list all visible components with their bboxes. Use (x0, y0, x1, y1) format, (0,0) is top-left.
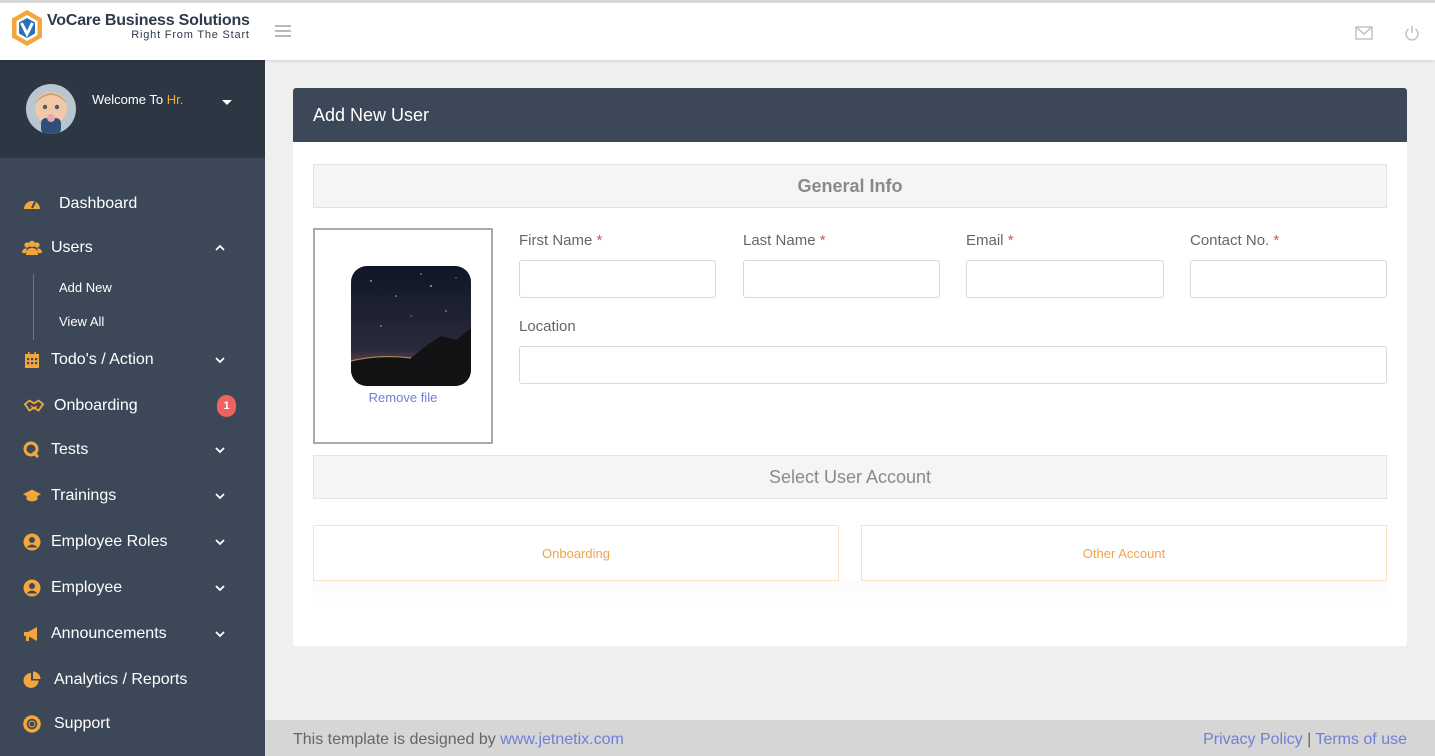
nav-analytics-label: Analytics / Reports (54, 671, 188, 688)
users-icon (22, 240, 42, 255)
welcome-label: Welcome To (92, 92, 164, 107)
first-name-text: First Name (519, 232, 593, 249)
welcome-text: Welcome To Hr. (92, 92, 183, 107)
footer-credit-text: This template is designed by (293, 731, 496, 748)
nav-employee-label: Employee (51, 579, 123, 596)
remove-file-link[interactable]: Remove file (315, 390, 491, 405)
handshake-icon (24, 399, 44, 412)
brand-name: VoCare Business Solutions (47, 12, 250, 29)
other-account-button[interactable]: Other Account (861, 525, 1387, 581)
nav-announcements[interactable]: Announcements (0, 616, 265, 652)
nav-employee-roles-label: Employee Roles (51, 533, 168, 550)
email-text: Email (966, 232, 1004, 249)
chevron-down-icon (215, 539, 225, 546)
nav-trainings[interactable]: Trainings (0, 478, 265, 514)
location-label: Location (519, 318, 576, 335)
submenu-divider (33, 274, 34, 340)
envelope-icon[interactable] (1355, 26, 1373, 40)
onboarding-count-badge: 1 (217, 395, 236, 417)
first-name-input[interactable] (519, 260, 716, 298)
account-options-shadow (313, 581, 1387, 605)
nav-onboarding-label: Onboarding (54, 397, 138, 414)
pie-chart-icon (23, 671, 41, 688)
nav-trainings-label: Trainings (51, 487, 117, 504)
required-mark: * (819, 232, 826, 249)
user-circle-icon (23, 579, 41, 597)
add-user-card: Add New User General Info Remove file Fi… (293, 88, 1407, 646)
nav-analytics[interactable]: Analytics / Reports (0, 662, 265, 698)
last-name-text: Last Name (743, 232, 816, 249)
nav-users-label: Users (51, 239, 93, 256)
chevron-up-icon (215, 244, 225, 251)
sidebar: Welcome To Hr. Dashboard Users Add New V… (0, 60, 265, 756)
profile-photo-preview (351, 266, 471, 386)
nav-announcements-label: Announcements (51, 625, 167, 642)
chevron-down-icon (215, 585, 225, 592)
user-circle-icon (23, 533, 41, 551)
nav-todos-label: Todo's / Action (51, 351, 154, 368)
nav-support-label: Support (54, 715, 111, 732)
avatar[interactable] (26, 84, 76, 134)
footer-credit: This template is designed by www.jetneti… (293, 731, 624, 749)
nav-tests[interactable]: Tests (0, 432, 265, 468)
nav-employee[interactable]: Employee (0, 570, 265, 606)
required-mark: * (596, 232, 603, 249)
general-info-header: General Info (313, 164, 1387, 208)
chevron-down-icon (215, 447, 225, 454)
dashboard-icon (24, 201, 40, 209)
contact-text: Contact No. (1190, 232, 1270, 249)
last-name-label: Last Name * (743, 232, 826, 249)
nav-todos[interactable]: Todo's / Action (0, 342, 265, 378)
profile-dropdown-icon[interactable] (222, 100, 232, 105)
top-header: VoCare Business Solutions Right From The… (0, 0, 1435, 60)
nav-support[interactable]: Support (0, 706, 265, 742)
vocare-logo-icon (12, 10, 42, 46)
nav-dashboard[interactable]: Dashboard (0, 186, 265, 222)
nav-tests-label: Tests (51, 441, 89, 458)
nav-users[interactable]: Users (0, 230, 265, 266)
brand-logo-link[interactable]: VoCare Business Solutions Right From The… (10, 9, 250, 47)
location-input[interactable] (519, 346, 1387, 384)
welcome-user: Hr. (166, 92, 184, 107)
email-input[interactable] (966, 260, 1164, 298)
privacy-policy-link[interactable]: Privacy Policy (1203, 731, 1303, 748)
card-title: Add New User (293, 88, 1407, 142)
megaphone-icon (24, 627, 37, 641)
required-mark: * (1273, 232, 1280, 249)
chevron-down-icon (215, 357, 225, 364)
photo-dropzone[interactable]: Remove file (313, 228, 493, 444)
terms-of-use-link[interactable]: Terms of use (1315, 731, 1407, 748)
nav-dashboard-label: Dashboard (59, 195, 138, 212)
email-label: Email * (966, 232, 1014, 249)
chevron-down-icon (215, 631, 225, 638)
contact-input[interactable] (1190, 260, 1387, 298)
select-account-header: Select User Account (313, 455, 1387, 499)
contact-label: Contact No. * (1190, 232, 1279, 249)
power-icon[interactable] (1404, 25, 1420, 41)
footer-separator: | (1307, 731, 1312, 748)
chevron-down-icon (215, 493, 225, 500)
quiz-icon (23, 441, 40, 459)
graduation-cap-icon (22, 489, 42, 502)
footer-links: Privacy Policy | Terms of use (1203, 731, 1407, 749)
life-ring-icon (23, 715, 41, 733)
footer-jetnetix-link[interactable]: www.jetnetix.com (500, 731, 624, 748)
required-mark: * (1007, 232, 1014, 249)
last-name-input[interactable] (743, 260, 940, 298)
calendar-icon (25, 352, 39, 368)
nav-users-add-new[interactable]: Add New (59, 280, 112, 295)
first-name-label: First Name * (519, 232, 602, 249)
onboarding-account-button[interactable]: Onboarding (313, 525, 839, 581)
profile-panel: Welcome To Hr. (0, 60, 265, 158)
nav-users-view-all[interactable]: View All (59, 314, 104, 329)
brand-tagline: Right From The Start (131, 29, 250, 41)
nav-employee-roles[interactable]: Employee Roles (0, 524, 265, 560)
menu-toggle-icon[interactable] (275, 25, 291, 37)
footer: This template is designed by www.jetneti… (265, 720, 1435, 756)
nav-onboarding[interactable]: Onboarding 1 (0, 388, 265, 424)
